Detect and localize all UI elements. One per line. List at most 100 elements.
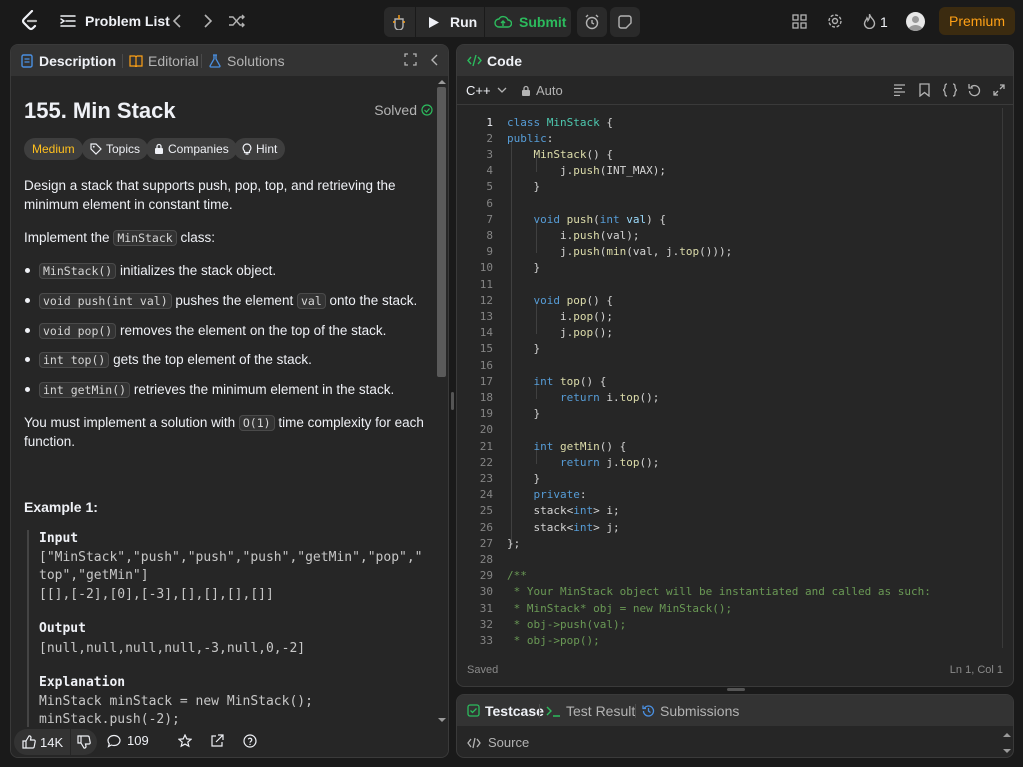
terminal-icon [546,706,560,717]
run-label: Run [450,14,478,30]
source-toggle[interactable]: Source [467,735,529,750]
list-item-text: initializes the stack object. [116,263,277,278]
tab-description[interactable]: Description [21,45,116,76]
prev-problem-icon[interactable] [168,12,186,30]
intro-line-1: Design a stack that supports push, pop, … [24,178,396,193]
code-editor[interactable]: 1 class MinStack { 2 public: 3 MinStack() … [457,108,1002,648]
description-panel: Description Editorial Solutions 155. Min… [10,44,449,758]
timer-button[interactable] [577,7,607,37]
tab-solutions-label: Solutions [227,52,285,69]
example-input-line-2: top","getMin"] [39,568,149,583]
auto-label: Auto [536,83,563,98]
tab-submissions[interactable]: Submissions [642,695,739,726]
scroll-up-icon[interactable] [437,78,447,86]
fullscreen-icon[interactable] [993,84,1005,99]
tab-editorial-label: Editorial [148,52,199,69]
check-circle-icon [421,104,433,116]
code-tabs: Code [457,45,1013,76]
bookmark-icon[interactable] [919,83,930,100]
share-icon[interactable] [210,734,224,751]
list-item: int top() gets the top element of the st… [39,350,312,370]
testcase-tabs: Testcase Test Result Submissions [457,695,1013,726]
list-item: MinStack() initializes the stack object. [39,261,276,281]
hint-label: Hint [256,142,278,156]
testcase-panel: Testcase Test Result Submissions Source [456,694,1014,758]
implement-code: MinStack [113,230,177,246]
scroll-thumb[interactable] [437,87,446,377]
tab-testcase-label: Testcase [485,702,544,719]
example-output-value: [null,null,null,null,-3,null,0,-2] [39,641,306,656]
lightbulb-icon [242,143,252,155]
example-explanation-line-1: MinStack minStack = new MinStack(); [39,694,313,709]
requirement-line-1: You must implement a solution with O(1) … [24,413,424,433]
submit-button[interactable]: Submit [485,7,571,37]
intro-line-2: minimum element in constant time. [24,197,233,212]
list-item-code: int getMin() [39,382,131,398]
implement-pre: Implement the [24,230,110,245]
next-problem-icon[interactable] [199,12,217,30]
toolbar-divider [457,104,1013,105]
layout-icon[interactable] [790,12,808,30]
hint-chip[interactable]: Hint [234,138,286,160]
list-item: int getMin() retrieves the minimum eleme… [39,380,394,400]
note-icon [618,15,632,29]
like-button[interactable]: 14K [14,729,70,755]
topics-chip[interactable]: Topics [82,138,149,160]
bullet-dot [25,298,30,303]
tab-solutions[interactable]: Solutions [209,45,285,76]
premium-button[interactable]: Premium [939,7,1015,35]
problem-description: 155. Min Stack Solved Medium Topics Comp… [11,76,435,728]
language-select[interactable]: C++ [466,83,507,98]
debug-icon[interactable] [384,7,414,37]
companies-label: Companies [168,142,229,156]
problem-title: 155. Min Stack [24,98,176,123]
checkbox-icon [467,704,480,717]
run-button[interactable]: Run [416,7,483,37]
description-footer: 14K 109 [11,727,448,757]
thumbs-down-icon [77,735,91,749]
scroll-down-icon[interactable] [437,716,447,724]
source-label: Source [488,735,530,750]
auto-mode[interactable]: Auto [521,83,563,98]
list-item-code: void pop() [39,323,117,339]
reset-icon[interactable] [968,83,981,100]
favorite-star-icon[interactable] [177,733,193,751]
example-output-label: Output [39,621,86,636]
bullet-dot [25,387,30,392]
expand-icon[interactable] [404,53,417,69]
settings-gear-icon[interactable] [826,12,844,30]
tab-editorial[interactable]: Editorial [129,45,199,76]
format-icon[interactable] [893,84,906,99]
list-item-code: val [296,293,326,309]
braces-icon[interactable] [942,83,958,100]
notes-button[interactable] [610,7,640,37]
list-item-code: void push(int val) [39,293,172,309]
tab-code[interactable]: Code [467,45,522,76]
leetcode-logo-icon[interactable] [20,9,40,32]
list-item-text: removes the element on the top of the st… [116,323,387,338]
play-icon [429,16,439,28]
tab-test-result[interactable]: Test Result [546,695,635,726]
companies-chip[interactable]: Companies [146,138,237,160]
testcase-scrollbar[interactable] [1002,729,1013,757]
collapse-chevron-icon[interactable] [430,54,438,69]
help-icon[interactable] [243,734,257,751]
problem-list-icon[interactable] [60,14,76,28]
editor-scrollbar[interactable] [1002,108,1003,648]
problem-list-link[interactable]: Problem List [85,13,170,29]
scroll-up-icon[interactable] [1002,731,1012,739]
vertical-resize-handle[interactable] [451,392,454,410]
tab-testcase[interactable]: Testcase [467,695,544,726]
horizontal-resize-handle[interactable] [727,688,745,691]
comments-button[interactable]: 109 [107,733,149,748]
lock-icon [522,85,530,96]
dislike-button[interactable] [71,729,97,755]
tab-test-result-label: Test Result [566,702,636,719]
user-avatar[interactable] [906,12,925,31]
flask-icon [209,53,221,68]
streak-count: 1 [880,14,888,30]
shuffle-icon[interactable] [228,12,246,30]
streak-fire-icon[interactable] [860,12,878,30]
scroll-down-icon[interactable] [1002,747,1012,755]
tag-icon [90,143,102,155]
